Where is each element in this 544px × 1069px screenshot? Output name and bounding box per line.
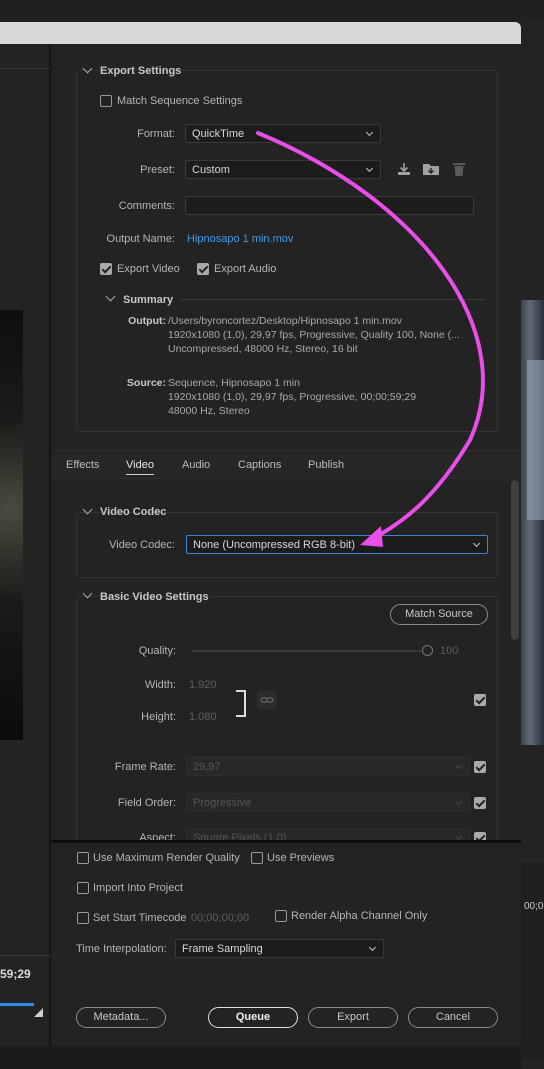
annotation-arrow xyxy=(256,131,485,547)
